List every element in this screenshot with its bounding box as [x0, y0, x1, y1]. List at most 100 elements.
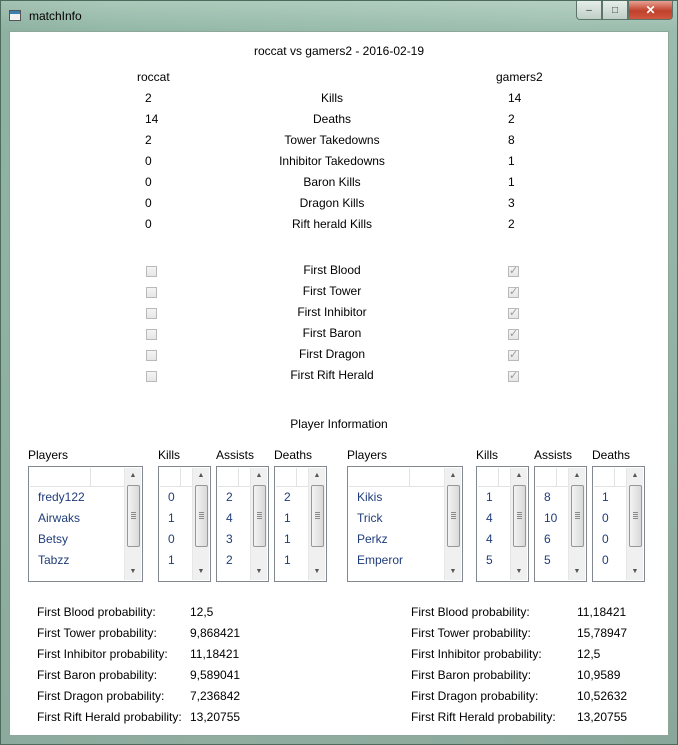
scroll-down-arrow-icon[interactable]: ▼	[569, 564, 585, 580]
list-item[interactable]: 0	[159, 529, 193, 550]
list-item[interactable]: 1	[477, 487, 511, 508]
right-assists-listbox[interactable]: 8 10 6 5 ▲ ▼	[534, 466, 587, 582]
probability-value: 10,52632	[577, 689, 628, 703]
scroll-up-arrow-icon[interactable]: ▲	[251, 468, 267, 484]
vertical-scrollbar[interactable]: ▲ ▼	[308, 468, 325, 580]
stat-left-value: 0	[145, 154, 152, 168]
vertical-scrollbar[interactable]: ▲ ▼	[250, 468, 267, 580]
maximize-button[interactable]: □	[602, 1, 628, 20]
title-bar[interactable]: matchInfo – □ ✕	[1, 1, 677, 31]
list-item[interactable]: 8	[535, 487, 569, 508]
list-item[interactable]: 10	[535, 508, 569, 529]
list-item[interactable]: Perkz	[348, 529, 445, 550]
probability-value: 13,20755	[190, 710, 241, 724]
list-item[interactable]: 2	[217, 487, 251, 508]
vertical-scrollbar[interactable]: ▲ ▼	[192, 468, 209, 580]
first-left-checkbox[interactable]	[146, 287, 157, 298]
left-assists-listbox[interactable]: 2 4 3 2 ▲ ▼	[216, 466, 269, 582]
scroll-down-arrow-icon[interactable]: ▼	[445, 564, 461, 580]
list-item[interactable]: 0	[593, 550, 627, 571]
list-item[interactable]: 1	[275, 508, 309, 529]
list-item[interactable]: 5	[477, 550, 511, 571]
vertical-scrollbar[interactable]: ▲ ▼	[510, 468, 527, 580]
list-item[interactable]: 3	[217, 529, 251, 550]
vertical-scrollbar[interactable]: ▲ ▼	[568, 468, 585, 580]
scroll-down-arrow-icon[interactable]: ▼	[251, 564, 267, 580]
list-item[interactable]: 4	[217, 508, 251, 529]
listbox-column-header	[218, 468, 252, 487]
minimize-button[interactable]: –	[576, 1, 602, 20]
stat-label: Rift herald Kills	[291, 217, 373, 231]
first-left-checkbox[interactable]	[146, 350, 157, 361]
first-right-checkbox[interactable]	[508, 327, 519, 340]
vertical-scrollbar[interactable]: ▲ ▼	[444, 468, 461, 580]
first-event-label: First Dragon	[298, 347, 366, 361]
list-item[interactable]: 2	[217, 550, 251, 571]
first-right-checkbox[interactable]	[508, 264, 519, 277]
probability-value: 12,5	[190, 605, 214, 619]
first-left-checkbox[interactable]	[146, 308, 157, 319]
scrollbar-thumb[interactable]	[195, 485, 208, 547]
scroll-up-arrow-icon[interactable]: ▲	[193, 468, 209, 484]
list-item[interactable]: fredy122	[29, 487, 125, 508]
list-item[interactable]: 4	[477, 508, 511, 529]
scroll-down-arrow-icon[interactable]: ▼	[511, 564, 527, 580]
vertical-scrollbar[interactable]: ▲ ▼	[124, 468, 141, 580]
list-item[interactable]: 1	[159, 508, 193, 529]
close-button[interactable]: ✕	[628, 1, 673, 20]
list-item[interactable]: 1	[593, 487, 627, 508]
scrollbar-thumb[interactable]	[311, 485, 324, 547]
list-item[interactable]: 1	[159, 550, 193, 571]
list-item[interactable]: Emperor	[348, 550, 445, 571]
listbox-column-header	[349, 468, 446, 487]
scroll-up-arrow-icon[interactable]: ▲	[309, 468, 325, 484]
scroll-up-arrow-icon[interactable]: ▲	[569, 468, 585, 484]
list-item[interactable]: Betsy	[29, 529, 125, 550]
scroll-down-arrow-icon[interactable]: ▼	[627, 564, 643, 580]
first-right-checkbox[interactable]	[508, 369, 519, 382]
scrollbar-thumb[interactable]	[513, 485, 526, 547]
scrollbar-thumb[interactable]	[629, 485, 642, 547]
first-right-checkbox[interactable]	[508, 306, 519, 319]
left-deaths-listbox[interactable]: 2 1 1 1 ▲ ▼	[274, 466, 327, 582]
list-item[interactable]: Trick	[348, 508, 445, 529]
right-players-listbox[interactable]: Kikis Trick Perkz Emperor ▲ ▼	[347, 466, 463, 582]
scrollbar-thumb[interactable]	[447, 485, 460, 547]
right-deaths-listbox[interactable]: 1 0 0 0 ▲ ▼	[592, 466, 645, 582]
list-item[interactable]: 0	[593, 508, 627, 529]
scroll-down-arrow-icon[interactable]: ▼	[125, 564, 141, 580]
list-item[interactable]: 6	[535, 529, 569, 550]
scroll-up-arrow-icon[interactable]: ▲	[627, 468, 643, 484]
probability-value: 12,5	[577, 647, 601, 661]
list-item[interactable]: Tabzz	[29, 550, 125, 571]
first-left-checkbox[interactable]	[146, 266, 157, 277]
right-kills-listbox[interactable]: 1 4 4 5 ▲ ▼	[476, 466, 529, 582]
scroll-down-arrow-icon[interactable]: ▼	[193, 564, 209, 580]
probability-label: First Baron probability:	[411, 668, 532, 682]
scroll-up-arrow-icon[interactable]: ▲	[511, 468, 527, 484]
scrollbar-thumb[interactable]	[253, 485, 266, 547]
first-left-checkbox[interactable]	[146, 329, 157, 340]
list-item[interactable]: 4	[477, 529, 511, 550]
list-item[interactable]: 1	[275, 529, 309, 550]
list-item[interactable]: Airwaks	[29, 508, 125, 529]
scrollbar-thumb[interactable]	[571, 485, 584, 547]
stat-left-value: 2	[145, 133, 152, 147]
first-right-checkbox[interactable]	[508, 348, 519, 361]
probability-value: 9,589041	[190, 668, 241, 682]
first-left-checkbox[interactable]	[146, 371, 157, 382]
list-item[interactable]: 0	[159, 487, 193, 508]
list-item[interactable]: 0	[593, 529, 627, 550]
scrollbar-thumb[interactable]	[127, 485, 140, 547]
list-item[interactable]: 2	[275, 487, 309, 508]
first-right-checkbox[interactable]	[508, 285, 519, 298]
scroll-down-arrow-icon[interactable]: ▼	[309, 564, 325, 580]
scroll-up-arrow-icon[interactable]: ▲	[445, 468, 461, 484]
vertical-scrollbar[interactable]: ▲ ▼	[626, 468, 643, 580]
list-item[interactable]: 1	[275, 550, 309, 571]
list-item[interactable]: 5	[535, 550, 569, 571]
scroll-up-arrow-icon[interactable]: ▲	[125, 468, 141, 484]
left-kills-listbox[interactable]: 0 1 0 1 ▲ ▼	[158, 466, 211, 582]
list-item[interactable]: Kikis	[348, 487, 445, 508]
left-players-listbox[interactable]: fredy122 Airwaks Betsy Tabzz ▲ ▼	[28, 466, 143, 582]
